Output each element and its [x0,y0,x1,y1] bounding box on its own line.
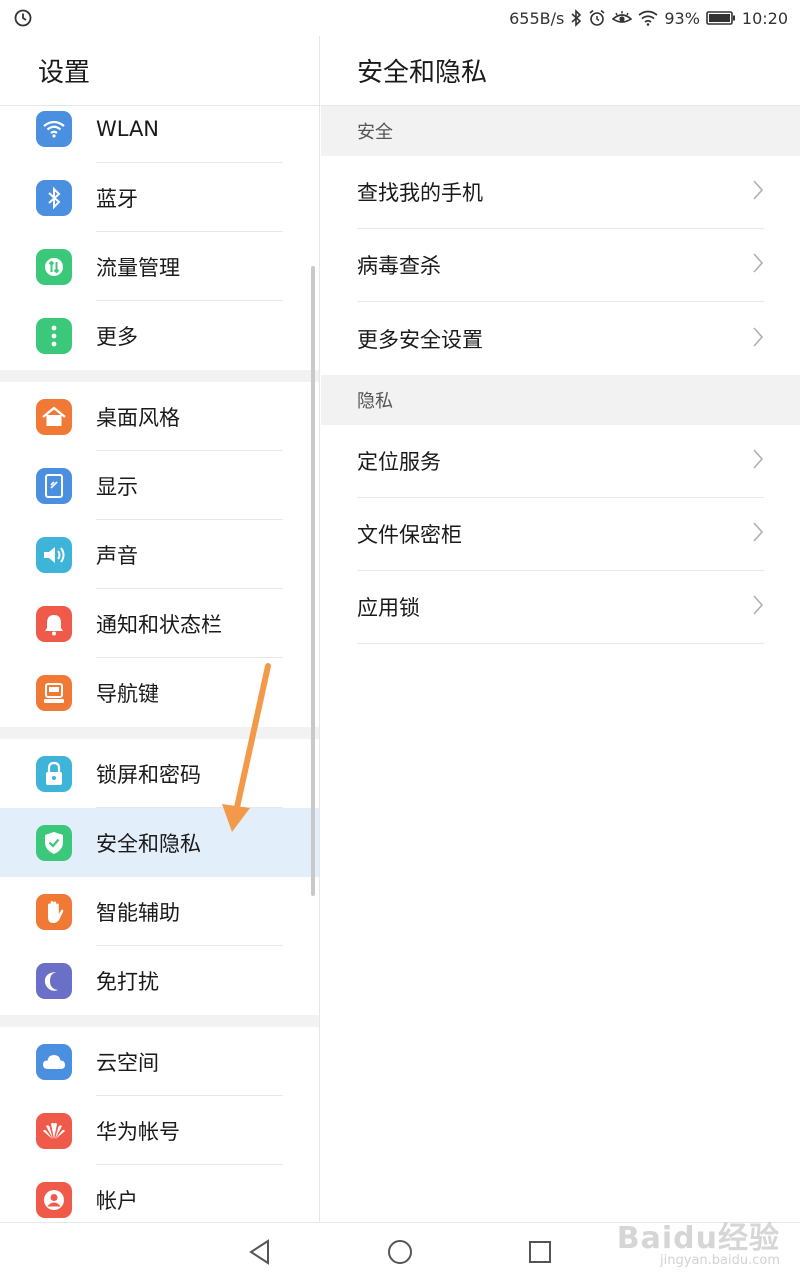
network-speed: 655B/s [509,8,565,28]
more-security-settings-label: 更多安全设置 [357,327,483,352]
sidebar-item-bluetooth[interactable]: 蓝牙 [0,163,319,232]
group-divider [0,370,319,382]
chevron-right-icon [752,448,764,474]
location-services-item[interactable]: 定位服务 [357,425,764,498]
display-icon [36,467,72,504]
battery-icon [706,10,736,26]
sidebar-item-notifications[interactable]: 通知和状态栏 [0,589,319,658]
sidebar-item-label: 桌面风格 [96,405,180,430]
settings-sidebar: 设置 WLAN 蓝牙 流量管理 更多 桌面风格 显示 声音 通知和状态栏 导航键… [0,36,320,1222]
chevron-right-icon [752,521,764,547]
lock-icon [36,755,72,792]
sidebar-item-label: 流量管理 [96,255,180,280]
detail-title: 安全和隐私 [321,36,800,106]
sidebar-item-display[interactable]: 显示 [0,451,319,520]
battery-percent: 93% [664,8,700,28]
bluetooth-icon [36,179,72,216]
chevron-right-icon [752,326,764,352]
sidebar-item-more[interactable]: 更多 [0,301,319,370]
sidebar-item-label: 智能辅助 [96,900,180,925]
sidebar-item-label: WLAN [96,116,160,141]
sidebar-item-sound[interactable]: 声音 [0,520,319,589]
chevron-right-icon [752,179,764,205]
sidebar-item-home-style[interactable]: 桌面风格 [0,382,319,451]
virus-scan-label: 病毒查杀 [357,254,441,278]
detail-pane: 安全和隐私 安全 查找我的手机 病毒查杀 更多安全设置 隐私 定位服务 文件保密… [321,36,800,1222]
section-header-security: 安全 [321,106,800,156]
chevron-right-icon [752,594,764,620]
sidebar-item-smart-assist[interactable]: 智能辅助 [0,877,319,946]
moon-icon [36,962,72,999]
home-icon [36,398,72,435]
sidebar-item-label: 显示 [96,474,138,499]
recents-button[interactable] [525,1237,555,1267]
navigation-bar [0,1222,800,1280]
status-bar: 655B/s 93% 10:20 [0,0,800,36]
back-button[interactable] [245,1237,275,1267]
group-divider [0,727,319,739]
sidebar-item-label: 声音 [96,543,138,568]
eye-comfort-icon [612,10,633,26]
settings-list: WLAN 蓝牙 流量管理 更多 桌面风格 显示 声音 通知和状态栏 导航键 锁屏… [0,94,319,1222]
sidebar-item-label: 华为帐号 [96,1119,180,1144]
file-safe-item[interactable]: 文件保密柜 [357,498,764,571]
hand-icon [36,893,72,930]
more-icon [36,317,72,354]
sidebar-item-label: 导航键 [96,681,159,706]
sidebar-item-label: 蓝牙 [96,186,138,211]
sidebar-item-lock-screen[interactable]: 锁屏和密码 [0,739,319,808]
wifi-icon [36,110,72,147]
sidebar-item-do-not-disturb[interactable]: 免打扰 [0,946,319,1015]
account-icon [36,1181,72,1218]
chevron-right-icon [752,252,764,278]
find-my-phone-item[interactable]: 查找我的手机 [357,156,764,229]
sidebar-item-cloud[interactable]: 云空间 [0,1027,319,1096]
sidebar-item-navigation-keys[interactable]: 导航键 [0,658,319,727]
find-my-phone-label: 查找我的手机 [357,181,483,205]
sound-icon [36,536,72,573]
group-divider [0,1015,319,1027]
bell-icon [36,605,72,642]
bluetooth-icon [570,9,582,27]
alarm-icon [588,9,606,27]
sidebar-item-label: 通知和状态栏 [96,612,222,637]
home-button[interactable] [385,1237,415,1267]
wifi-icon [638,10,658,26]
app-lock-label: 应用锁 [357,596,420,620]
data-usage-icon [36,248,72,285]
virus-scan-item[interactable]: 病毒查杀 [357,229,764,302]
sidebar-item-label: 免打扰 [96,969,159,994]
file-safe-label: 文件保密柜 [357,523,462,547]
shield-icon [36,824,72,861]
huawei-icon [36,1112,72,1149]
app-lock-item[interactable]: 应用锁 [357,571,764,644]
cloud-icon [36,1043,72,1080]
sidebar-item-accounts[interactable]: 帐户 [0,1165,319,1222]
sidebar-item-huawei-account[interactable]: 华为帐号 [0,1096,319,1165]
sidebar-item-label: 锁屏和密码 [96,762,201,787]
sidebar-item-label: 更多 [96,324,138,349]
section-header-privacy: 隐私 [321,375,800,425]
more-security-settings-item[interactable]: 更多安全设置 [357,302,764,375]
location-services-label: 定位服务 [357,450,441,474]
sidebar-item-wlan[interactable]: WLAN [0,94,319,163]
sync-icon [14,9,32,27]
clock: 10:20 [741,8,788,28]
sidebar-item-data-usage[interactable]: 流量管理 [0,232,319,301]
sidebar-scrollbar[interactable] [311,266,315,896]
sidebar-item-label: 安全和隐私 [96,831,201,856]
sidebar-item-label: 帐户 [96,1188,138,1213]
navigation-key-icon [36,674,72,711]
sidebar-item-label: 云空间 [96,1050,159,1075]
sidebar-item-security-privacy[interactable]: 安全和隐私 [0,808,319,877]
